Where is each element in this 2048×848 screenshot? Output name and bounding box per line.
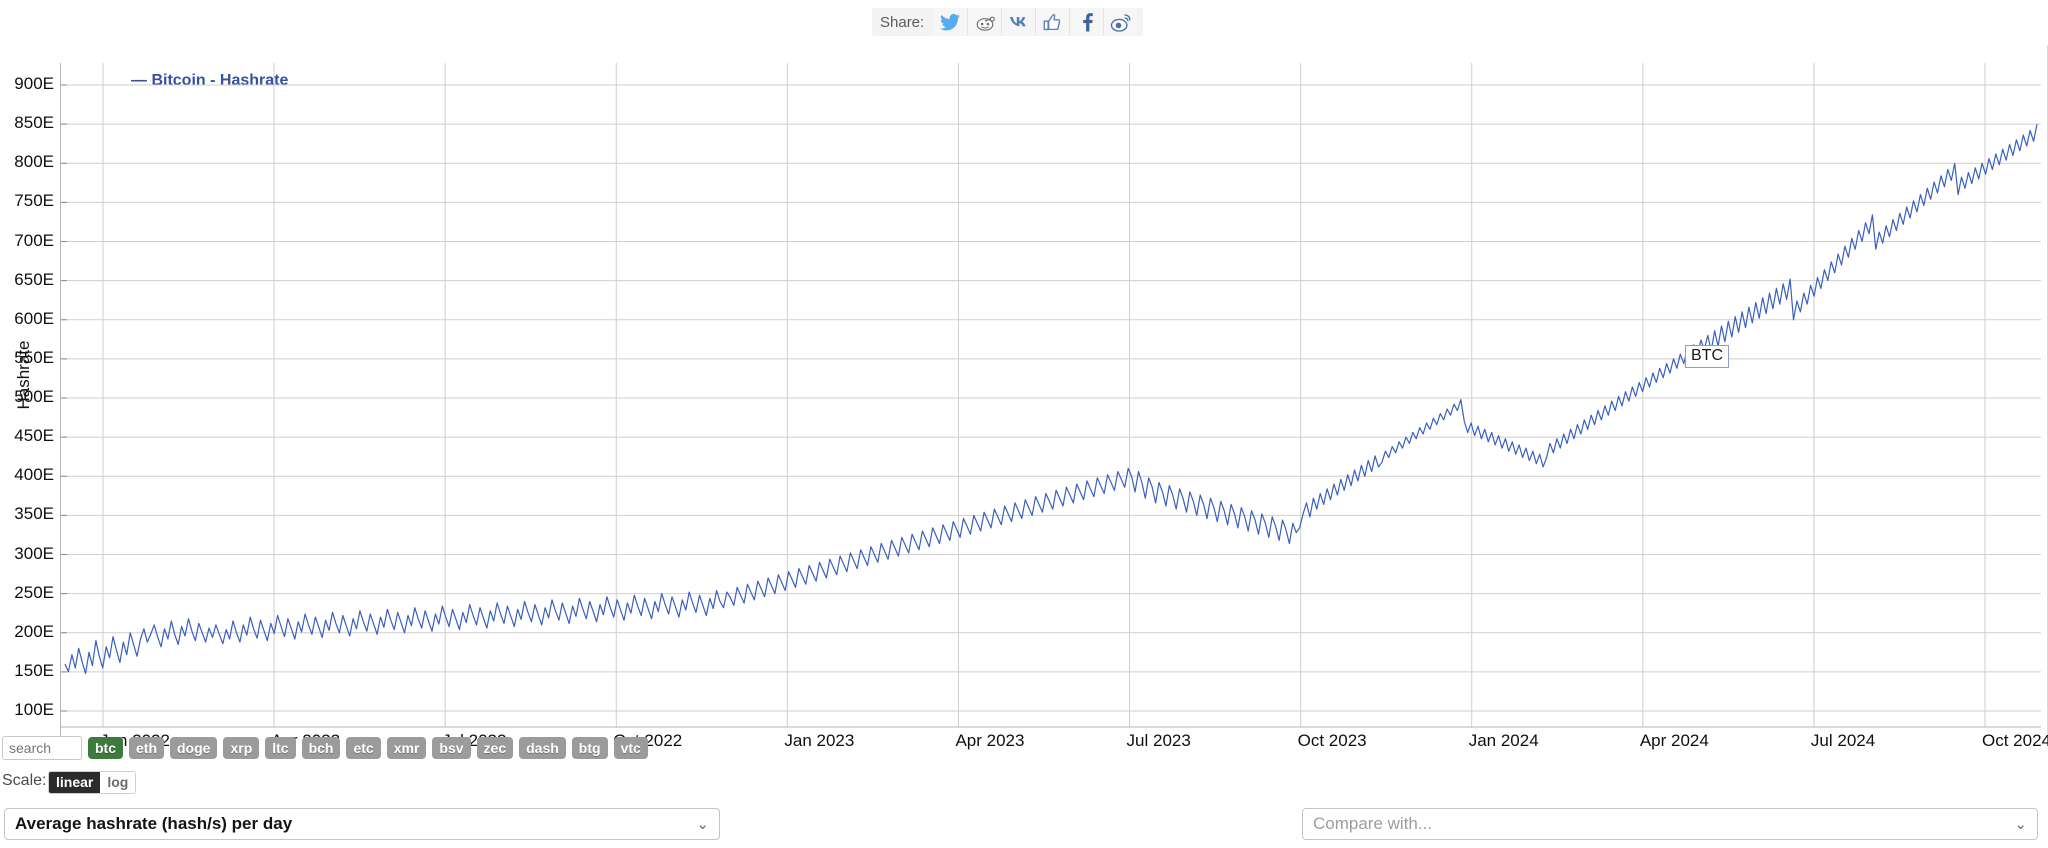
- reddit-icon: [975, 13, 995, 31]
- coin-chip-ltc[interactable]: ltc: [265, 737, 295, 759]
- hashrate-line-series: [65, 124, 2037, 673]
- metric-select-value: Average hashrate (hash/s) per day: [15, 814, 688, 834]
- weibo-share-button[interactable]: [1103, 8, 1137, 36]
- y-tick-label: 200E: [2, 622, 54, 642]
- coin-chip-bsv[interactable]: bsv: [432, 737, 470, 759]
- y-tick-label: 400E: [2, 465, 54, 485]
- coin-chip-xrp[interactable]: xrp: [223, 737, 259, 759]
- coin-chip-bch[interactable]: bch: [302, 737, 341, 759]
- facebook-icon: [1080, 12, 1094, 32]
- chart-svg: [61, 63, 2041, 749]
- y-tick-label: 450E: [2, 426, 54, 446]
- coin-chip-btg[interactable]: btg: [572, 737, 608, 759]
- y-tick-label: 550E: [2, 348, 54, 368]
- coin-selector-bar: btcethdogexrpltcbchetcxmrbsvzecdashbtgvt…: [0, 735, 2048, 767]
- y-tick-label: 650E: [2, 270, 54, 290]
- coin-chip-doge[interactable]: doge: [170, 737, 217, 759]
- hashrate-chart-page: Share:: [0, 0, 2048, 848]
- scale-button-linear[interactable]: linear: [49, 772, 100, 793]
- plot-area[interactable]: — Bitcoin - Hashrate BTC: [60, 63, 2040, 749]
- y-tick-label: 800E: [2, 152, 54, 172]
- coin-chip-btc[interactable]: btc: [88, 737, 123, 759]
- compare-select-placeholder: Compare with...: [1313, 814, 2006, 834]
- coin-chip-dash[interactable]: dash: [519, 737, 566, 759]
- truncated-header-row: [760, 0, 1120, 8]
- y-tick-label: 250E: [2, 583, 54, 603]
- y-tick-label: 100E: [2, 700, 54, 720]
- coin-chip-vtc[interactable]: vtc: [614, 737, 648, 759]
- y-tick-label: 500E: [2, 387, 54, 407]
- y-tick-label: 850E: [2, 113, 54, 133]
- facebook-share-button[interactable]: [1069, 8, 1103, 36]
- coin-chip-zec[interactable]: zec: [477, 737, 514, 759]
- thumbs-up-icon: [1043, 13, 1063, 32]
- metric-select[interactable]: Average hashrate (hash/s) per day ⌄: [4, 808, 720, 840]
- y-tick-label: 150E: [2, 661, 54, 681]
- series-tooltip-tag: BTC: [1685, 345, 1729, 368]
- reddit-share-button[interactable]: [967, 8, 1001, 36]
- vk-share-button[interactable]: [1001, 8, 1035, 36]
- scale-button-log[interactable]: log: [100, 772, 135, 793]
- coin-chip-etc[interactable]: etc: [346, 737, 380, 759]
- scale-label: Scale:: [2, 772, 46, 790]
- compare-select[interactable]: Compare with... ⌄: [1302, 808, 2038, 840]
- coin-chip-list: btcethdogexrpltcbchetcxmrbsvzecdashbtgvt…: [88, 737, 648, 759]
- twitter-icon: [940, 14, 960, 31]
- chevron-down-icon: ⌄: [696, 815, 709, 833]
- chart-container: Hashrate — Bitcoin - Hashrate BTC 900E85…: [0, 45, 2048, 735]
- y-axis-title: Hashrate: [14, 315, 34, 435]
- scale-and-zoom-bar: Scale: linearlog Latest Prices: BTC/USDT…: [0, 768, 2048, 798]
- y-tick-label: 900E: [2, 74, 54, 94]
- y-tick-label: 600E: [2, 309, 54, 329]
- search-input[interactable]: [2, 736, 82, 760]
- twitter-share-button[interactable]: [933, 8, 967, 36]
- share-bar: Share:: [0, 0, 2048, 45]
- share-label: Share:: [880, 14, 924, 31]
- y-tick-label: 750E: [2, 191, 54, 211]
- y-tick-label: 300E: [2, 544, 54, 564]
- weibo-icon: [1110, 13, 1132, 32]
- vk-icon: [1007, 14, 1031, 30]
- share-widget: Share:: [872, 8, 1143, 36]
- select-row: Average hashrate (hash/s) per day ⌄ Comp…: [0, 808, 2048, 848]
- chevron-down-icon: ⌄: [2014, 815, 2027, 833]
- coin-chip-eth[interactable]: eth: [129, 737, 164, 759]
- coin-chip-xmr[interactable]: xmr: [387, 737, 427, 759]
- y-tick-label: 700E: [2, 231, 54, 251]
- scale-toggle-group: linearlog: [48, 771, 136, 794]
- thumbs-up-share-button[interactable]: [1035, 8, 1069, 36]
- y-tick-label: 350E: [2, 504, 54, 524]
